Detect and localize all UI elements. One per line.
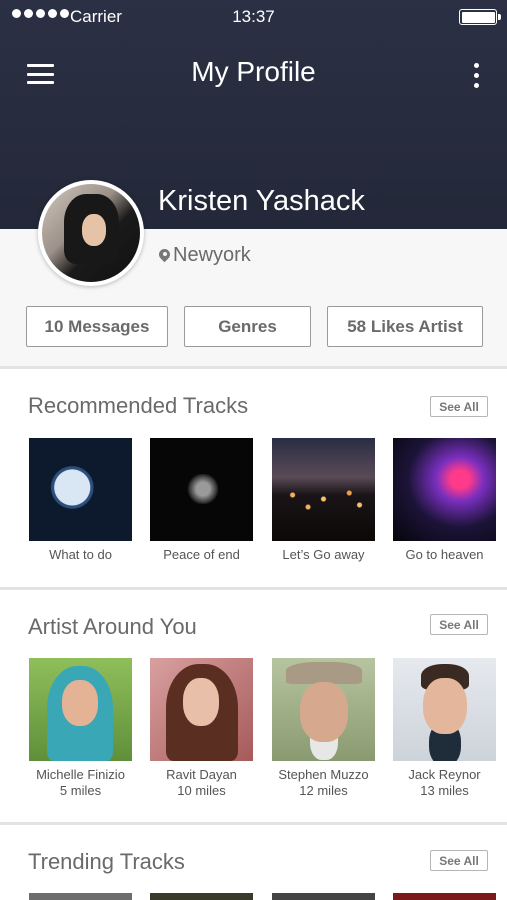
artist-distance: 5 miles bbox=[59, 783, 102, 798]
artist-card[interactable]: Stephen Muzzo 12 miles bbox=[272, 658, 375, 799]
artist-photo bbox=[272, 658, 375, 761]
trending-tracks-section: Trending Tracks See All bbox=[0, 825, 507, 900]
track-title: What to do bbox=[49, 547, 112, 562]
recommended-tracks-title: Recommended Tracks bbox=[28, 393, 249, 418]
track-title: Let’s Go away bbox=[282, 547, 365, 562]
artist-photo bbox=[150, 658, 253, 761]
profile-name: Kristen Yashack bbox=[158, 185, 365, 217]
track-card[interactable]: Let’s Go away bbox=[272, 438, 375, 563]
artists-see-all-button[interactable]: See All bbox=[430, 614, 488, 635]
artists-title: Artist Around You bbox=[28, 614, 197, 639]
artist-distance: 10 miles bbox=[177, 783, 226, 798]
profile-location: Newyork bbox=[159, 244, 251, 267]
page-title: My Profile bbox=[191, 56, 316, 87]
artist-photo bbox=[393, 658, 496, 761]
track-title: Go to heaven bbox=[405, 547, 484, 562]
trending-tracks-title: Trending Tracks bbox=[28, 849, 185, 874]
artists-section: Artist Around You See All Michelle Finiz… bbox=[0, 590, 507, 822]
track-card[interactable]: What to do bbox=[29, 438, 132, 563]
status-bar: Carrier 13:37 bbox=[0, 0, 507, 34]
artist-name: Ravit Dayan bbox=[166, 767, 237, 782]
location-label: Newyork bbox=[173, 244, 251, 266]
track-title: Peace of end bbox=[163, 547, 240, 562]
avatar[interactable] bbox=[38, 180, 144, 286]
messages-button[interactable]: 10 Messages bbox=[26, 306, 168, 347]
track-thumbnail bbox=[29, 438, 132, 541]
location-pin-icon bbox=[159, 249, 170, 263]
artist-photo bbox=[29, 658, 132, 761]
artist-distance: 12 miles bbox=[299, 783, 348, 798]
genres-button[interactable]: Genres bbox=[184, 306, 311, 347]
track-card[interactable]: Peace of end bbox=[150, 438, 253, 563]
track-thumbnail bbox=[272, 438, 375, 541]
battery-icon bbox=[459, 9, 501, 25]
recommended-tracks-section: Recommended Tracks See All What to do Pe… bbox=[0, 369, 507, 587]
artist-name: Michelle Finizio bbox=[36, 767, 125, 782]
artist-distance: 13 miles bbox=[420, 783, 469, 798]
track-thumbnail bbox=[393, 438, 496, 541]
artist-card[interactable]: Jack Reynor 13 miles bbox=[393, 658, 496, 799]
trending-track-thumbnail[interactable] bbox=[150, 893, 253, 900]
recommended-see-all-button[interactable]: See All bbox=[430, 396, 488, 417]
track-card[interactable]: Go to heaven bbox=[393, 438, 496, 563]
artist-card[interactable]: Michelle Finizio 5 miles bbox=[29, 658, 132, 799]
track-thumbnail bbox=[150, 438, 253, 541]
artist-name: Stephen Muzzo bbox=[278, 767, 369, 782]
likes-artist-button[interactable]: 58 Likes Artist bbox=[327, 306, 483, 347]
status-time: 13:37 bbox=[232, 7, 275, 26]
trending-track-thumbnail[interactable] bbox=[272, 893, 375, 900]
artist-name: Jack Reynor bbox=[408, 767, 481, 782]
trending-track-thumbnail[interactable] bbox=[393, 893, 496, 900]
avatar-photo bbox=[42, 184, 140, 282]
trending-see-all-button[interactable]: See All bbox=[430, 850, 488, 871]
more-options-icon[interactable] bbox=[473, 63, 479, 88]
trending-track-thumbnail[interactable] bbox=[29, 893, 132, 900]
artist-card[interactable]: Ravit Dayan 10 miles bbox=[150, 658, 253, 799]
